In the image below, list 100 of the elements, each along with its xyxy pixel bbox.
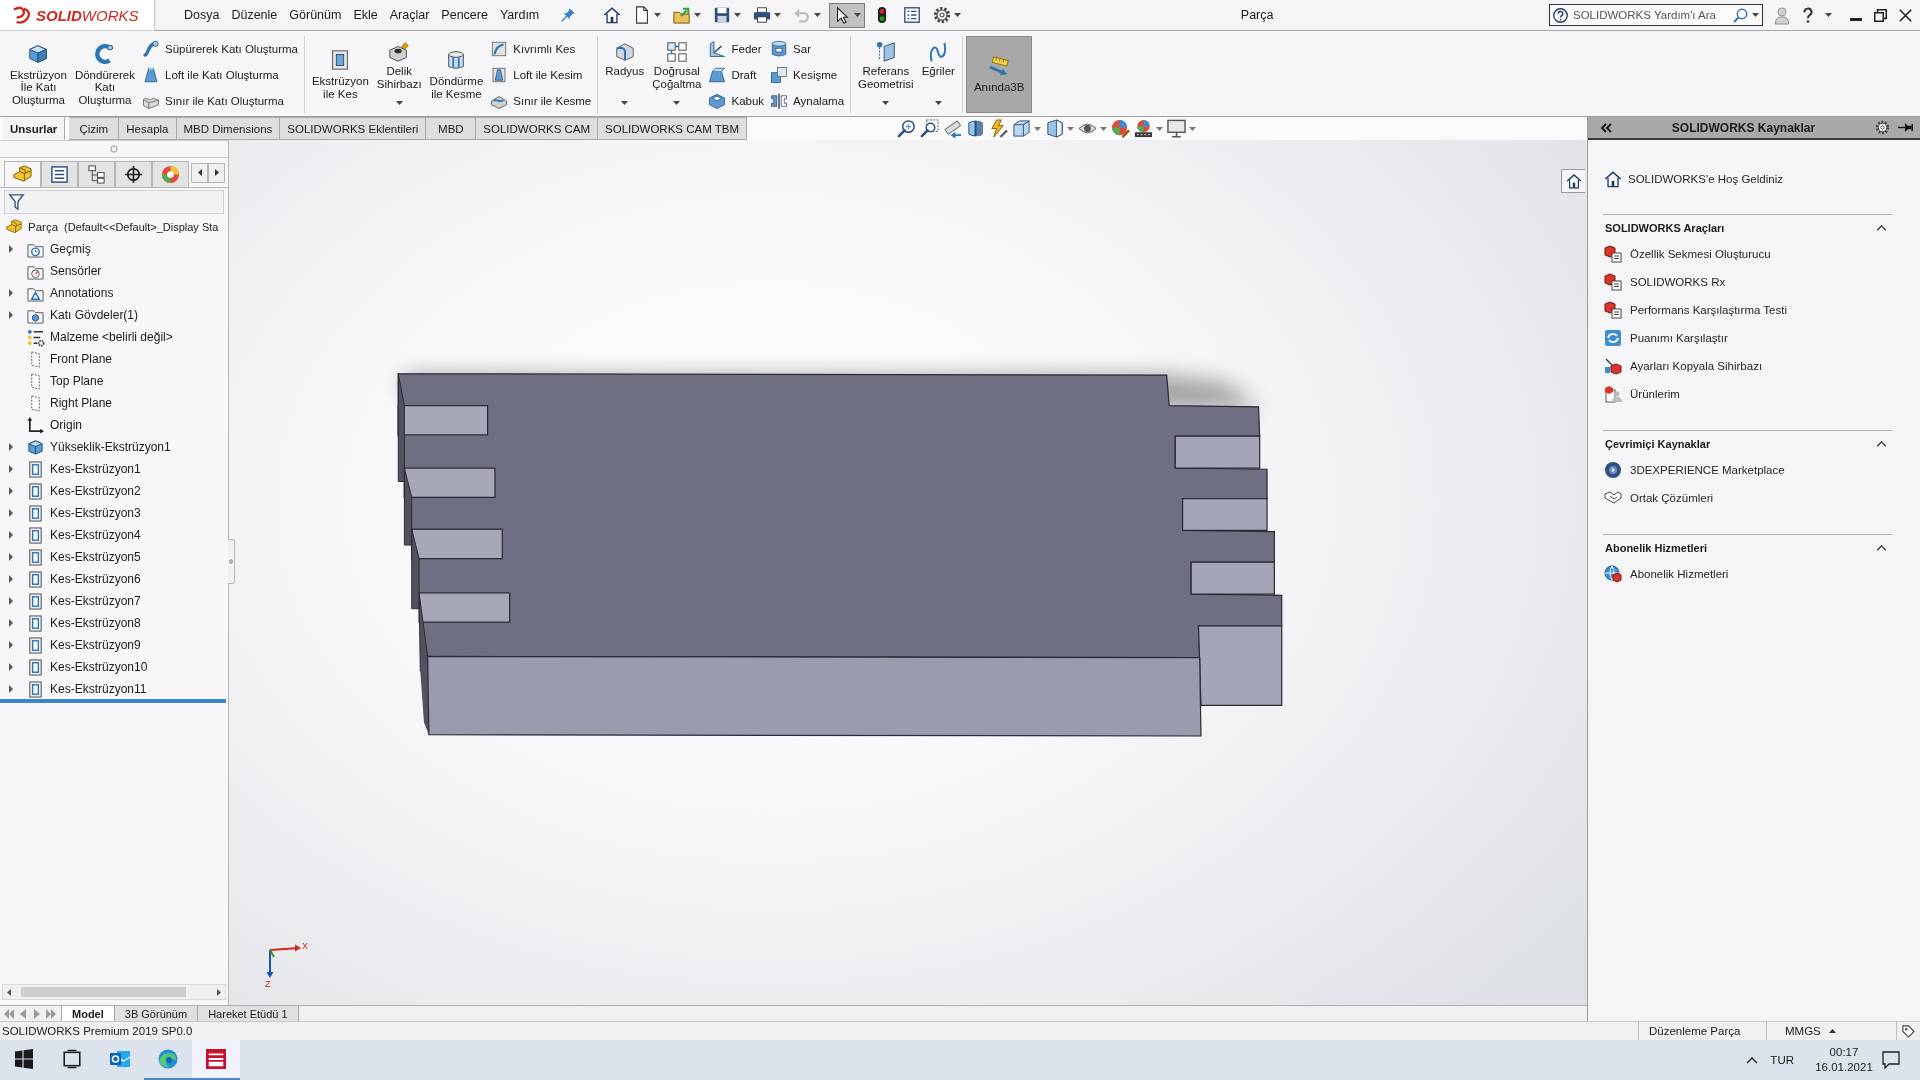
command-tab[interactable]: Unsurlar (3, 117, 66, 140)
minimize-icon[interactable] (1850, 17, 1862, 21)
home-tab[interactable] (1561, 169, 1585, 193)
ribbon-button[interactable]: Referans Geometrisi (854, 36, 918, 113)
view-tool-button[interactable] (1134, 117, 1164, 140)
ribbon-button[interactable]: Ekstrüzyon ile Kes (307, 36, 373, 113)
tree-item[interactable]: Parça (28, 221, 59, 233)
expand-arrow-icon[interactable] (9, 619, 13, 627)
grip-dot-icon[interactable] (110, 145, 118, 153)
scroll-left-icon[interactable] (7, 988, 11, 996)
tree-item[interactable]: Kes-Ekstrüzyon5 (50, 550, 141, 564)
app-logo[interactable]: SOLIDWORKS (0, 0, 155, 31)
tree-item[interactable]: Top Plane (50, 374, 104, 388)
tree-item[interactable]: Kes-Ekstrüzyon2 (50, 484, 141, 498)
expand-arrow-icon[interactable] (9, 443, 13, 451)
caret-icon[interactable] (1825, 13, 1832, 17)
search-field[interactable]: SOLIDWORKS Yardım'ı Ara (1549, 4, 1763, 26)
splitter-handle[interactable] (228, 539, 235, 584)
view-tool-button[interactable] (897, 117, 917, 140)
expand-arrow-icon[interactable] (9, 685, 13, 693)
ribbon-button[interactable]: Anında3B (965, 36, 1033, 113)
ribbon-button[interactable]: Kesişme (770, 62, 845, 87)
resource-link[interactable]: 3DEXPERIENCE Marketplace (1630, 464, 1785, 476)
scroll-right-icon[interactable] (217, 988, 221, 996)
filter-field[interactable] (4, 190, 224, 214)
resource-link[interactable]: Performans Karşılaştırma Testi (1630, 304, 1787, 316)
command-tab[interactable]: Çizim (69, 117, 120, 140)
view-tool-button[interactable] (1167, 117, 1197, 140)
chevron-up-icon[interactable] (1876, 441, 1887, 447)
resource-link[interactable]: Ortak Çözümleri (1630, 492, 1714, 504)
command-tab[interactable]: SOLIDWORKS CAM (476, 117, 599, 140)
expand-arrow-icon[interactable] (9, 311, 13, 319)
menu-item[interactable]: Dosya (184, 4, 220, 26)
menu-item[interactable]: Araçlar (389, 4, 430, 26)
model-tab[interactable]: Model (61, 1006, 115, 1021)
expand-arrow-icon[interactable] (9, 663, 13, 671)
tree-item[interactable]: Kes-Ekstrüzyon8 (50, 616, 141, 630)
ribbon-button[interactable]: Aynalama (770, 88, 845, 113)
tree-item[interactable]: Right Plane (50, 396, 113, 410)
menu-item[interactable]: Düzenle (231, 4, 278, 26)
model-tab[interactable]: 3B Görünüm (113, 1006, 199, 1021)
ribbon-button[interactable]: Feder (708, 36, 765, 61)
tree-item[interactable]: Kes-Ekstrüzyon7 (50, 594, 141, 608)
caret-up-icon[interactable] (1828, 1029, 1836, 1033)
tree-item[interactable]: Kes-Ekstrüzyon3 (50, 506, 141, 520)
tree-item[interactable]: Kes-Ekstrüzyon4 (50, 528, 141, 542)
chevron-up-icon[interactable] (1876, 545, 1887, 551)
tree-item[interactable]: Kes-Ekstrüzyon6 (50, 572, 141, 586)
view-tool-button[interactable] (989, 117, 1009, 140)
resource-link[interactable]: Ayarları Kopyala Sihirbazı (1630, 360, 1763, 372)
panel-tab[interactable] (41, 161, 78, 187)
restore-icon[interactable] (1874, 8, 1887, 22)
panel-tab[interactable] (78, 161, 115, 187)
view-tool-button[interactable] (1012, 117, 1042, 140)
pin-icon[interactable] (561, 8, 576, 22)
tree-item[interactable]: Kes-Ekstrüzyon10 (50, 660, 148, 674)
clock-date[interactable]: 16.01.2021 (1815, 1060, 1873, 1075)
chevron-up-icon[interactable] (1746, 1056, 1759, 1064)
view-tool-button[interactable] (966, 117, 986, 140)
tree-item[interactable]: Kes-Ekstrüzyon9 (50, 638, 141, 652)
tree-item[interactable]: Sensörler (50, 264, 102, 278)
resource-link[interactable]: Ürünlerim (1630, 388, 1680, 400)
expand-arrow-icon[interactable] (9, 531, 13, 539)
expand-arrow-icon[interactable] (9, 289, 13, 297)
expand-arrow-icon[interactable] (9, 509, 13, 517)
ribbon-button[interactable]: Süpürerek Katı Oluşturma (142, 36, 298, 61)
resource-link[interactable]: SOLIDWORKS Rx (1630, 276, 1726, 288)
view-tool-button[interactable] (1111, 117, 1131, 140)
search-icon[interactable] (1733, 7, 1748, 23)
tag-icon[interactable] (1902, 1024, 1915, 1038)
scrollbar-thumb[interactable] (21, 987, 186, 997)
menu-item[interactable]: Ekle (353, 4, 378, 26)
command-tab[interactable]: SOLIDWORKS Eklentileri (280, 117, 427, 140)
resource-link[interactable]: Özellik Sekmesi Oluşturucu (1630, 248, 1771, 260)
double-chevron-icon[interactable] (1600, 122, 1612, 133)
ribbon-button[interactable]: Sar (770, 36, 845, 61)
caret-icon[interactable] (1752, 13, 1759, 17)
pin-icon[interactable] (1898, 122, 1914, 133)
ribbon-button[interactable]: Ekstrüzyon İle Katı Oluşturma (6, 36, 71, 113)
tree-item[interactable]: Front Plane (50, 352, 113, 366)
taskbar-button[interactable] (192, 1040, 240, 1080)
language-indicator[interactable]: TUR (1770, 1054, 1794, 1066)
ribbon-button[interactable]: Loft ile Kesim (490, 62, 592, 87)
ribbon-button[interactable]: Kabuk (708, 88, 765, 113)
ribbon-button[interactable]: Kıvrımlı Kes (490, 36, 592, 61)
view-tool-button[interactable] (1045, 117, 1075, 140)
clock-time[interactable]: 00:17 (1829, 1045, 1859, 1060)
tree-item[interactable]: Kes-Ekstrüzyon1 (50, 462, 141, 476)
chevron-up-icon[interactable] (1876, 225, 1887, 231)
ribbon-button[interactable]: Radyus (601, 36, 649, 113)
command-tab[interactable]: MBD (426, 117, 477, 140)
horizontal-scrollbar[interactable] (2, 984, 226, 1000)
expand-arrow-icon[interactable] (9, 553, 13, 561)
ribbon-button[interactable]: Delik Sihirbazı (372, 36, 426, 113)
command-tab[interactable]: Hesapla (119, 117, 177, 140)
resource-link[interactable]: Abonelik Hizmetleri (1630, 568, 1729, 580)
tree-item[interactable]: Annotations (50, 286, 114, 300)
tree-item[interactable]: Malzeme <belirli değil> (50, 330, 173, 344)
speech-bubble-icon[interactable] (1882, 1051, 1900, 1069)
view-tool-button[interactable] (920, 117, 940, 140)
